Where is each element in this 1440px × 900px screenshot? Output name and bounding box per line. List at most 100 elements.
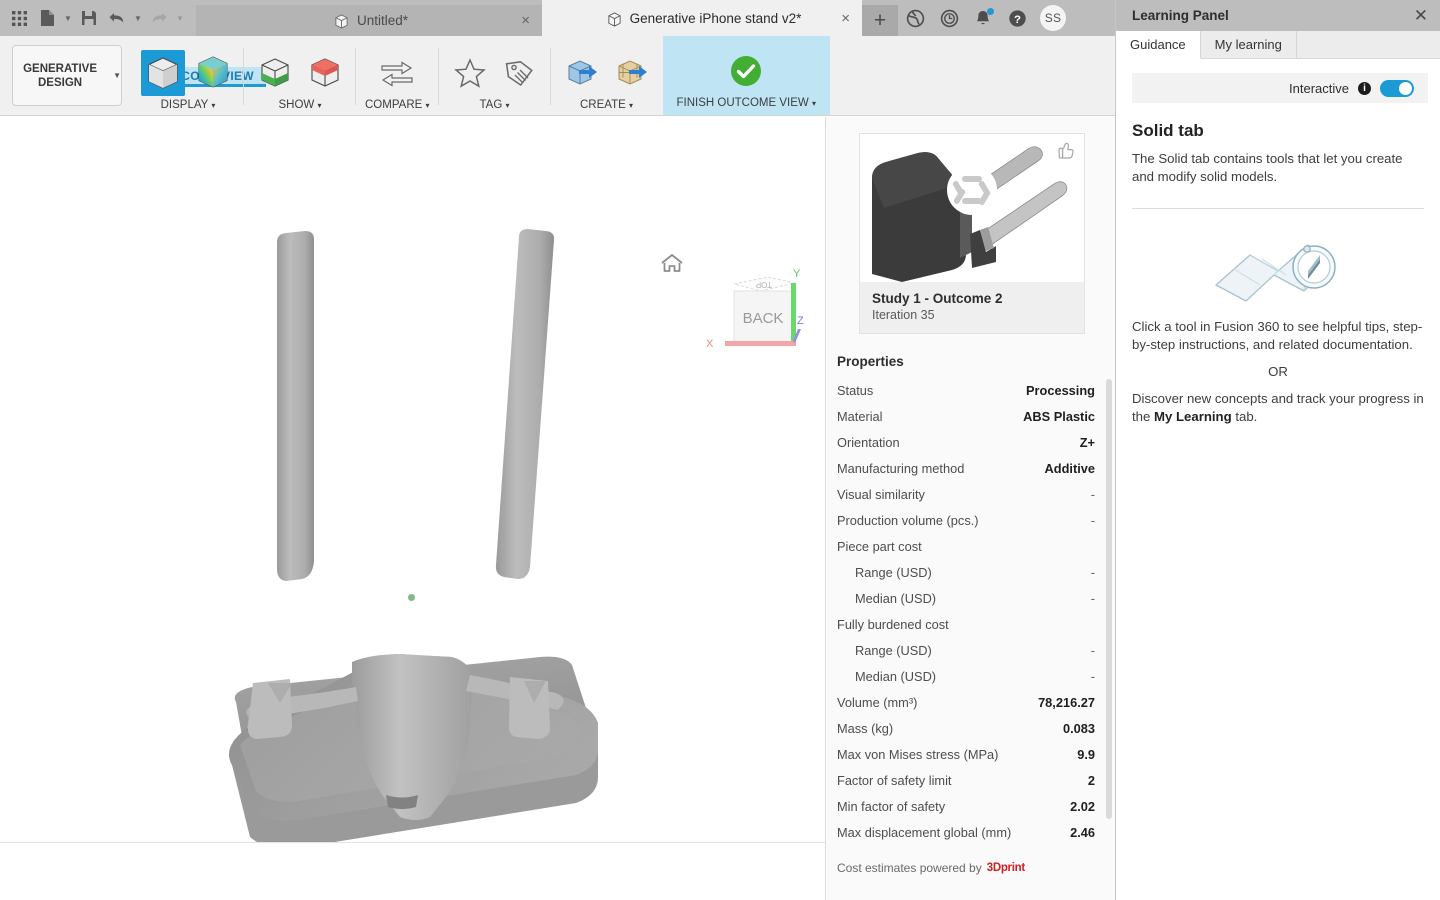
learning-panel-header: Learning Panel ✕ bbox=[1116, 0, 1440, 31]
model-3d-view[interactable] bbox=[0, 117, 825, 842]
ribbon-group-display: DISPLAY ▾ bbox=[132, 36, 244, 115]
save-icon[interactable] bbox=[76, 4, 102, 32]
create-solid-icon[interactable] bbox=[560, 50, 604, 96]
app-grid-icon[interactable] bbox=[6, 4, 32, 32]
info-icon[interactable]: i bbox=[1358, 81, 1371, 95]
learning-panel-title: Learning Panel bbox=[1132, 8, 1229, 23]
property-row: Volume (mm³) 78,216.27 bbox=[826, 689, 1115, 715]
property-key: Mass (kg) bbox=[837, 720, 894, 736]
properties-list: Status Processing Material ABS Plastic Ori… bbox=[826, 377, 1115, 845]
new-tab-button[interactable]: + bbox=[862, 5, 898, 36]
ribbon-group-label[interactable]: FINISH OUTCOME VIEW ▾ bbox=[677, 97, 816, 109]
property-key: Median (USD) bbox=[855, 590, 937, 606]
property-value: 2.02 bbox=[1070, 798, 1095, 814]
avatar[interactable]: SS bbox=[1040, 5, 1066, 31]
tag-label: TAG bbox=[479, 99, 503, 111]
workspace-label: GENERATIVE DESIGN bbox=[23, 62, 97, 89]
learning-heading: Solid tab bbox=[1132, 121, 1204, 140]
property-row: Fully burdened cost bbox=[826, 611, 1115, 637]
notification-bell-icon[interactable] bbox=[972, 7, 994, 29]
notification-badge bbox=[987, 8, 994, 15]
property-row: Orientation Z+ bbox=[826, 429, 1115, 455]
compare-arrows-icon[interactable] bbox=[375, 50, 419, 96]
property-row: Median (USD) - bbox=[826, 663, 1115, 689]
document-tab-generative-iphone-stand[interactable]: Generative iPhone stand v2* × bbox=[542, 0, 862, 36]
results-cube-icon[interactable] bbox=[191, 50, 235, 96]
property-row: Range (USD) - bbox=[826, 559, 1115, 585]
outcome-title: Study 1 - Outcome 2 bbox=[872, 291, 1003, 306]
title-tab-bar: ▼ ▼ ▼ Untitled* × Generative iPhone stan… bbox=[0, 0, 1115, 36]
ribbon-group-finish-outcome-view[interactable]: FINISH OUTCOME VIEW ▾ bbox=[662, 36, 830, 115]
tab-my-learning[interactable]: My learning bbox=[1201, 31, 1297, 58]
chevron-down-icon: ▾ bbox=[211, 101, 216, 110]
home-icon[interactable] bbox=[660, 253, 684, 280]
property-key: Range (USD) bbox=[855, 564, 932, 580]
workspace-switcher[interactable]: GENERATIVE DESIGN ▼ bbox=[12, 45, 122, 106]
close-icon[interactable]: ✕ bbox=[1414, 7, 1428, 24]
file-icon[interactable] bbox=[34, 4, 60, 32]
star-icon[interactable] bbox=[448, 50, 492, 96]
discover-suffix: tab. bbox=[1231, 409, 1258, 424]
green-cube-icon[interactable] bbox=[253, 50, 297, 96]
undo-dropdown-caret-icon[interactable]: ▼ bbox=[132, 4, 144, 32]
green-check-icon[interactable] bbox=[724, 48, 768, 94]
model-arm-right bbox=[495, 229, 555, 579]
finish-outcome-view-label: FINISH OUTCOME VIEW bbox=[676, 97, 809, 109]
create-mesh-icon[interactable] bbox=[610, 50, 654, 96]
ribbon-group-label[interactable]: COMPARE ▾ bbox=[365, 99, 430, 111]
interactive-label: Interactive bbox=[1289, 80, 1349, 96]
display-label: DISPLAY bbox=[160, 99, 209, 111]
ribbon-group-show: SHOW ▾ bbox=[244, 36, 356, 115]
outcome-meta: Study 1 - Outcome 2 Iteration 35 bbox=[860, 282, 1084, 333]
property-row: Max displacement global (mm) 2.46 bbox=[826, 819, 1115, 845]
red-cube-icon[interactable] bbox=[303, 50, 347, 96]
ribbon-group-label[interactable]: CREATE ▾ bbox=[580, 99, 633, 111]
undo-icon[interactable] bbox=[104, 4, 130, 32]
outcome-subtitle: Iteration 35 bbox=[872, 308, 935, 322]
tab-guidance[interactable]: Guidance bbox=[1116, 31, 1201, 59]
property-value: 2 bbox=[1087, 772, 1095, 788]
tag-icon[interactable] bbox=[498, 50, 542, 96]
outcome-thumbnail[interactable] bbox=[860, 134, 1084, 282]
view-cube-axis-y: Y bbox=[793, 268, 801, 280]
thumbs-up-outline-icon[interactable] bbox=[1057, 140, 1076, 165]
ribbon-toolbar: OUTCOME VIEW GENERATIVE DESIGN ▼ DISPLAY… bbox=[0, 36, 1115, 116]
origin-point-marker bbox=[408, 594, 415, 601]
property-row: Max von Mises stress (MPa) 9.9 bbox=[826, 741, 1115, 767]
clock-icon[interactable] bbox=[938, 7, 960, 29]
properties-footer-text: Cost estimates powered by bbox=[837, 861, 982, 875]
redo-icon[interactable] bbox=[146, 4, 172, 32]
property-row: Status Processing bbox=[826, 377, 1115, 403]
property-key: Material bbox=[837, 408, 883, 424]
property-key: Max displacement global (mm) bbox=[837, 824, 1012, 840]
help-icon[interactable]: ? bbox=[1006, 7, 1028, 29]
document-tab-untitled[interactable]: Untitled* × bbox=[196, 5, 542, 36]
quick-access-toolbar: ▼ ▼ ▼ bbox=[0, 0, 196, 36]
ribbon-group-label[interactable]: SHOW ▾ bbox=[279, 99, 322, 111]
tab-close-icon[interactable]: × bbox=[841, 11, 850, 26]
properties-scrollbar[interactable] bbox=[1106, 379, 1112, 819]
ribbon-group-tag: TAG ▾ bbox=[439, 36, 551, 115]
redo-dropdown-caret-icon[interactable]: ▼ bbox=[174, 4, 186, 32]
interactive-toggle[interactable] bbox=[1380, 79, 1414, 97]
tab-close-icon[interactable]: × bbox=[521, 13, 530, 28]
compare-label: COMPARE bbox=[365, 99, 423, 111]
ribbon-group-label[interactable]: TAG ▾ bbox=[480, 99, 510, 111]
ribbon-group-label[interactable]: DISPLAY ▾ bbox=[161, 99, 216, 111]
outcome-card[interactable]: Study 1 - Outcome 2 Iteration 35 bbox=[859, 133, 1085, 334]
world-icon[interactable] bbox=[904, 7, 926, 29]
shaded-cube-icon[interactable] bbox=[141, 50, 185, 96]
create-label: CREATE bbox=[580, 99, 626, 111]
property-key: Status bbox=[837, 382, 874, 398]
property-key: Fully burdened cost bbox=[837, 616, 949, 632]
property-row: Median (USD) - bbox=[826, 585, 1115, 611]
iterations-slider-bar: Iterations 10 20 30 35 bbox=[0, 842, 825, 900]
view-cube[interactable]: TOP BACK Y Z X bbox=[705, 259, 805, 351]
cube-icon bbox=[334, 14, 349, 29]
property-value: - bbox=[1090, 642, 1095, 658]
view-cube-top-label: TOP bbox=[756, 280, 772, 289]
file-dropdown-caret-icon[interactable]: ▼ bbox=[62, 4, 74, 32]
interactive-toggle-row: Interactive i bbox=[1132, 73, 1428, 103]
ribbon-group-compare: COMPARE ▾ bbox=[356, 36, 439, 115]
canvas-viewport[interactable]: TOP BACK Y Z X bbox=[0, 117, 825, 842]
